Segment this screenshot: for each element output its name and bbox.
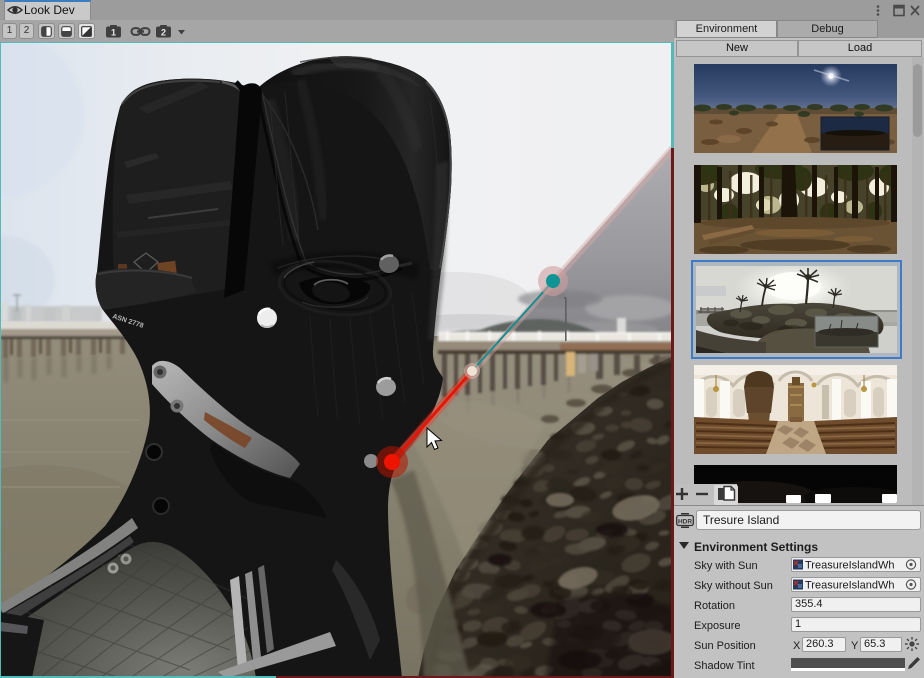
svg-text:2: 2 [161,28,166,38]
svg-text:TreasureIslandWh: TreasureIslandWh [805,580,894,592]
svg-text:TreasureIslandWh: TreasureIslandWh [805,560,894,572]
svg-text:1: 1 [111,28,116,38]
svg-text:HDR: HDR [678,518,692,525]
